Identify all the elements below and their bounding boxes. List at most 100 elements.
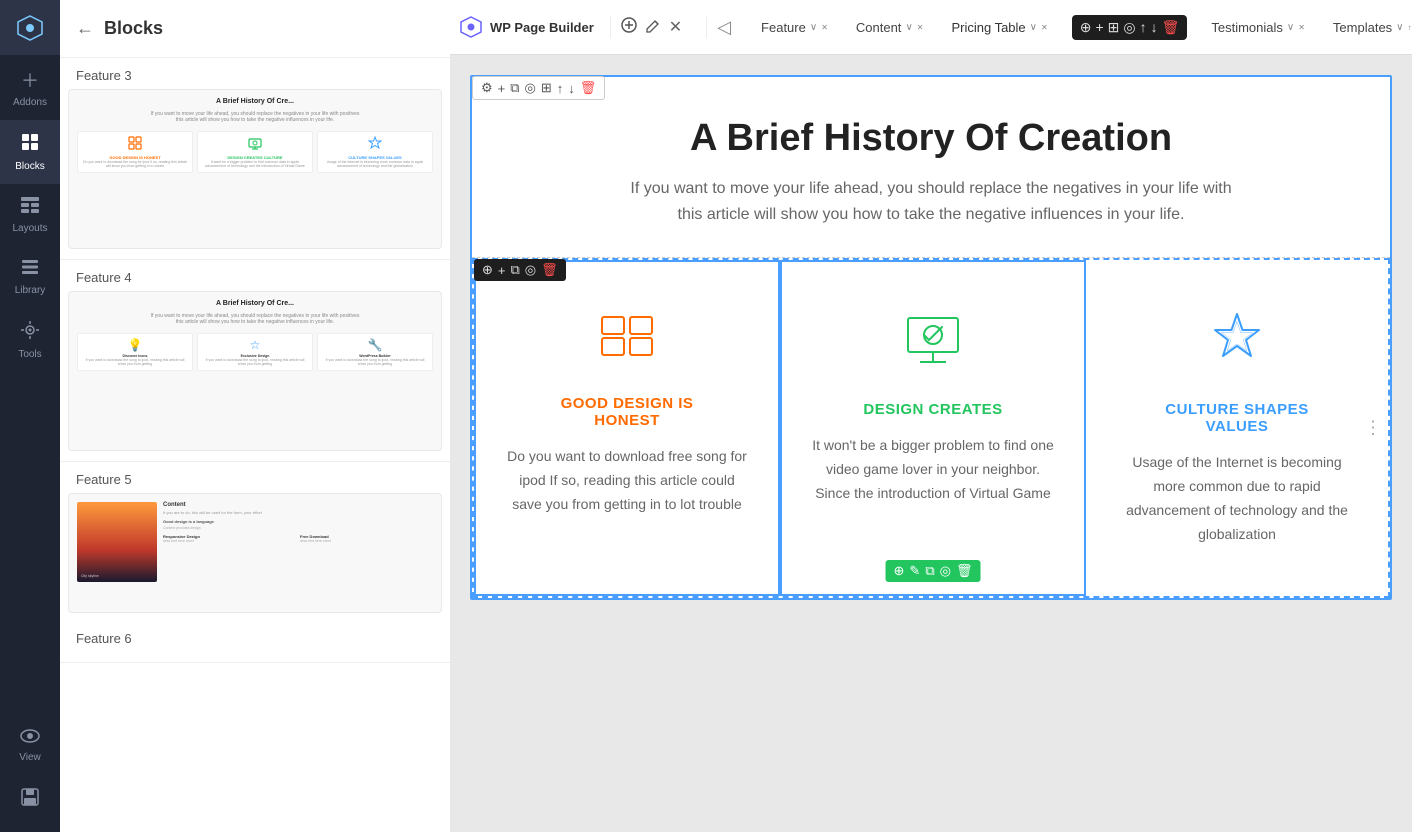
addons-icon: ＋ [21,67,39,93]
canvas-section-header: A Brief History Of Creation If you want … [472,77,1390,258]
nav-item-content[interactable]: Content ∨ ✕ [842,0,938,55]
col-toolbar-move[interactable]: ⊕ [894,563,905,579]
content-chevron2: ✕ [917,23,924,32]
feature3-mini-desc: If you want to move your life ahead, you… [77,111,433,123]
canvas-card-3: ⋮ CULTURE SHAPESVALUES Usage of the Inte… [1086,260,1388,596]
row-toolbar-add[interactable]: + [498,263,506,278]
view-icon [20,727,40,748]
save-icon [20,787,40,812]
outer-toolbar-add[interactable]: + [498,81,506,96]
feature3-preview[interactable]: A Brief History Of Cre... If you want to… [68,89,442,249]
blocks-panel: ← Blocks Feature 3 A Brief History Of Cr… [60,0,450,832]
col-toolbar-copy[interactable]: ⧉ [925,563,934,579]
sidebar-item-view[interactable]: View [0,715,60,775]
canvas: ⚙ + ⧉ ◎ ⊞ ↑ ↓ 🗑 A Brief History Of Creat… [450,55,1412,832]
canvas-cards-row: ⊕ + ⧉ ◎ 🗑 GOO [472,258,1390,598]
block-section-feature5: Feature 5 City skyline Content If you ar… [60,462,450,663]
row-toolbar-move[interactable]: ⊕ [482,262,493,278]
feature3-mini-title: A Brief History Of Cre... [77,98,433,105]
outer-block-toolbar: ⚙ + ⧉ ◎ ⊞ ↑ ↓ 🗑 [472,76,605,100]
card2-text: It won't be a bigger problem to find one… [812,434,1054,505]
main-area: WP Page Builder ✕ ◁ Feature ∨ ✕ Content … [450,0,1412,832]
card2-icon [812,312,1054,381]
pricing-chevron: ∨ [1030,22,1037,33]
panel-header: ← Blocks [60,0,450,58]
sidebar-item-addons[interactable]: ＋ Addons [0,55,60,120]
nav-item-testimonials[interactable]: Testimonials ∨ ✕ [1197,0,1319,55]
feature5-label: Feature 5 [60,462,450,493]
sidebar-item-layouts[interactable]: Layouts [0,184,60,246]
canvas-main-block: ⚙ + ⧉ ◎ ⊞ ↑ ↓ 🗑 A Brief History Of Creat… [470,75,1392,600]
toolbar-add-icon[interactable]: + [1095,19,1103,35]
collapse-panel-icon[interactable]: ◁ [717,17,731,38]
sidebar-item-blocks[interactable]: Blocks [0,120,60,184]
feature3-mini-card-1: GOOD DESIGN IS HONEST Do you want to dow… [77,131,193,173]
toolbar-delete-icon[interactable]: 🗑 [1162,19,1180,36]
feature4-mini-card-2: ☆ Exclusive Design If you want to downlo… [197,333,313,371]
back-button[interactable]: ← [76,18,94,39]
feature4-mini-desc: If you want to move your life ahead, you… [77,313,433,325]
outer-toolbar-grid[interactable]: ⊞ [541,80,552,96]
col-toolbar-link[interactable]: ◎ [940,563,951,579]
top-navigation: Feature ∨ ✕ Content ∨ ✕ Pricing Table ∨ … [747,0,1412,55]
content-chevron: ∨ [905,22,912,33]
col-toolbar: ⊕ ✎ ⧉ ◎ 🗑 [886,560,981,582]
feature-chevron2: ✕ [821,23,828,32]
toolbar-move-icon[interactable]: ⊕ [1080,19,1092,36]
app-logo [0,0,60,55]
outer-toolbar-up[interactable]: ↑ [557,81,564,96]
feature5-preview[interactable]: City skyline Content If you are to do, t… [68,493,442,613]
feature4-label: Feature 4 [60,260,450,291]
app-header: WP Page Builder [460,16,611,38]
outer-toolbar-delete[interactable]: 🗑 [580,80,597,96]
feature3-mini-card-3: CULTURE SHAPES VALUES Usage of the Inter… [317,131,433,173]
sidebar-item-tools[interactable]: Tools [0,308,60,372]
edit-page-icon[interactable] [621,17,637,38]
tools-icon [20,320,40,345]
col-toolbar-delete[interactable]: 🗑 [956,563,973,579]
card3-icon [1116,310,1358,381]
nav-item-templates[interactable]: Templates ∨ ↑ [1319,0,1412,55]
feature4-preview[interactable]: A Brief History Of Cre... If you want to… [68,291,442,451]
outer-toolbar-settings[interactable]: ⚙ [481,80,493,96]
feature6-coming-label: Feature 6 [60,621,450,652]
panel-title: Blocks [104,18,163,39]
outer-toolbar-link[interactable]: ◎ [525,80,536,96]
toolbar-down-icon[interactable]: ↓ [1151,19,1158,35]
card1-title: GOOD DESIGN ISHONEST [506,395,748,429]
nav-item-pricing-table[interactable]: Pricing Table ∨ ✕ [937,0,1061,55]
canvas-card-2: ⊕ ✎ ⧉ ◎ 🗑 [780,260,1086,596]
templates-chevron: ∨ [1396,22,1403,33]
floating-nav-toolbar: ⊕ + ⊞ ◎ ↑ ↓ 🗑 [1072,15,1188,40]
section-desc: If you want to move your life ahead, you… [581,176,1281,227]
top-nav: WP Page Builder ✕ ◁ Feature ∨ ✕ Content … [450,0,1412,55]
outer-toolbar-down[interactable]: ↓ [568,81,575,96]
card1-text: Do you want to download free song for ip… [506,445,748,516]
block-section-feature3: Feature 3 A Brief History Of Cre... If y… [60,58,450,260]
toolbar-up-icon[interactable]: ↑ [1140,19,1147,35]
testimonials-chevron2: ✕ [1298,23,1305,32]
row-toolbar-link[interactable]: ◎ [525,262,536,278]
library-icon [20,258,40,281]
card2-title: DESIGN CREATES [812,401,1054,418]
toolbar-grid-icon[interactable]: ⊞ [1108,19,1120,36]
blocks-icon [20,132,40,157]
row-toolbar-delete[interactable]: 🗑 [541,262,558,278]
feature4-mini-title: A Brief History Of Cre... [77,300,433,307]
col-toolbar-edit[interactable]: ✎ [909,563,920,579]
sidebar-item-library[interactable]: Library [0,246,60,308]
pencil-icon[interactable] [645,17,661,38]
feature3-mini-card-2: DESIGN CREATES CULTURE It want be a bigg… [197,131,313,173]
toolbar-link-icon[interactable]: ◎ [1123,19,1135,36]
row-toolbar: ⊕ + ⧉ ◎ 🗑 [474,259,566,281]
more-options-dots[interactable]: ⋮ [1364,418,1382,439]
wp-builder-logo [460,16,482,38]
row-toolbar-copy[interactable]: ⧉ [511,262,520,278]
sidebar-item-save[interactable] [0,775,60,824]
outer-toolbar-copy[interactable]: ⧉ [510,80,519,96]
nav-item-feature[interactable]: Feature ∨ ✕ [747,0,842,55]
block-section-feature4: Feature 4 A Brief History Of Cre... If y… [60,260,450,462]
close-icon[interactable]: ✕ [669,17,682,38]
top-nav-actions: ✕ [621,17,707,38]
left-sidebar: ＋ Addons Blocks Layouts [0,0,60,832]
